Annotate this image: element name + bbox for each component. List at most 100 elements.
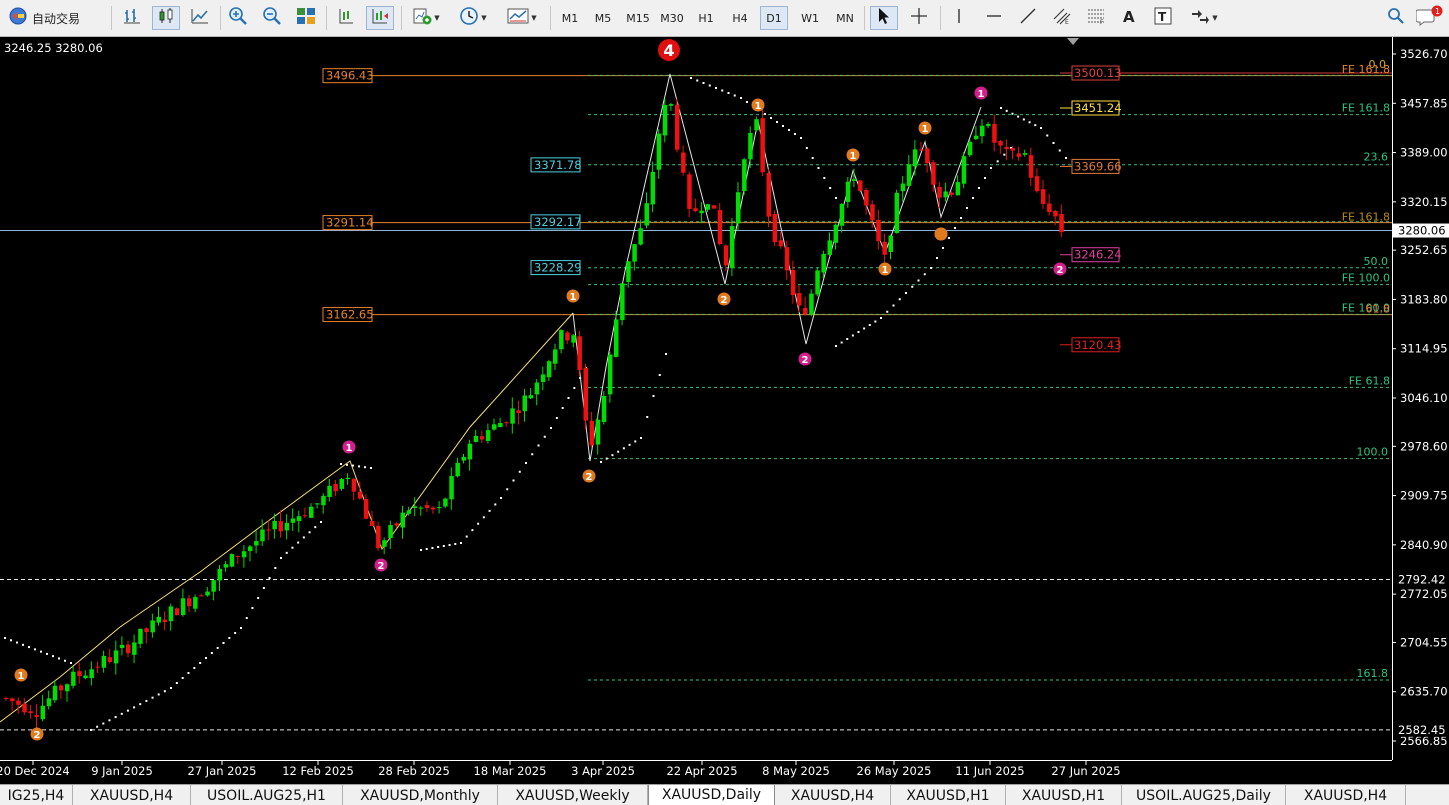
chart-tab-active[interactable]: XAUUSD,Daily <box>648 785 775 805</box>
search-button[interactable] <box>1383 6 1409 30</box>
bull-candle <box>473 435 479 442</box>
wave-label-circle <box>934 227 948 241</box>
timeframe-h1-button[interactable]: H1 <box>692 6 720 30</box>
date-axis-label: 9 Jan 2025 <box>91 764 153 778</box>
wave-label: 1 <box>922 124 929 135</box>
bear-candle <box>931 162 936 185</box>
bull-candle <box>260 529 265 542</box>
zoom-out-button[interactable] <box>259 6 285 30</box>
sar-dot <box>34 648 36 651</box>
indicators-button[interactable]: ▼ <box>407 6 445 30</box>
timeframe-h4-button[interactable]: H4 <box>726 6 754 30</box>
autotrade-label: 自动交易 <box>32 11 81 26</box>
chart-tab[interactable]: USOIL.AUG25,Daily <box>1122 785 1286 805</box>
trendline-button[interactable] <box>1014 6 1042 30</box>
templates-button[interactable]: ▼ <box>501 6 543 30</box>
bear-candle <box>16 700 21 705</box>
autotrade-button[interactable]: 自动交易 <box>6 6 102 30</box>
bull-candle <box>528 395 534 399</box>
bull-candle <box>315 503 320 505</box>
timeframe-m30-button[interactable]: M30 <box>656 6 688 30</box>
svg-text:1: 1 <box>1435 7 1440 16</box>
sar-dot <box>811 157 814 159</box>
bull-candle <box>845 181 851 203</box>
sar-dot <box>70 662 72 664</box>
bar-chart-button[interactable] <box>119 6 145 30</box>
chart-tab[interactable]: XAUUSD,H1 <box>891 785 1006 805</box>
chart-shift-button[interactable] <box>333 6 359 30</box>
timeframe-mn-button[interactable]: MN <box>830 6 860 30</box>
bull-candle <box>248 546 253 552</box>
sar-dot <box>721 89 724 92</box>
timeframe-m5-button[interactable]: M5 <box>589 6 617 30</box>
timeframe-w1-button[interactable]: W1 <box>796 6 824 30</box>
timeframe-m1-button[interactable]: M1 <box>556 6 584 30</box>
periodicity-button[interactable]: ▼ <box>452 6 494 30</box>
sar-dot <box>240 627 242 629</box>
toolbar-separator <box>550 6 551 30</box>
zoom-in-button[interactable] <box>225 6 251 30</box>
sar-dot <box>58 657 60 660</box>
notifications-button[interactable]: 1 <box>1415 5 1445 30</box>
bull-candle <box>986 123 991 127</box>
bear-candle <box>760 118 765 173</box>
candlestick-chart-button[interactable] <box>152 6 180 30</box>
timeframe-label: MN <box>836 11 854 25</box>
price-chart[interactable]: 1212121212121214 FE 161.823.6FE 100.050.… <box>0 37 1449 784</box>
timeframe-d1-button[interactable]: D1 <box>760 6 788 30</box>
svg-text:E: E <box>1065 19 1069 25</box>
chart-tab[interactable]: USOIL.AUG25,H1 <box>191 785 343 805</box>
toolbar-separator <box>220 6 221 30</box>
bull-candle <box>101 655 107 668</box>
chart-tab[interactable]: XAUUSD,H1 <box>1006 785 1122 805</box>
line-chart-button[interactable] <box>187 6 213 30</box>
equidistant-channel-button[interactable]: E <box>1048 6 1076 30</box>
bear-candle <box>516 410 521 414</box>
price-axis-label: 2635.70 <box>1400 685 1448 699</box>
sar-dot <box>358 465 360 468</box>
price-axis-label: 2909.75 <box>1400 489 1448 503</box>
bull-candle <box>113 650 119 664</box>
timeframe-m15-button[interactable]: M15 <box>622 6 654 30</box>
sar-dot <box>851 334 854 337</box>
bull-candle <box>644 203 649 226</box>
bull-candle <box>607 354 613 395</box>
chart-tab[interactable]: XAUUSD,H4 <box>775 785 891 805</box>
autoscroll-button[interactable] <box>366 6 394 30</box>
fibonacci-retracement-button[interactable]: F <box>1082 6 1110 30</box>
bull-candle <box>254 541 259 546</box>
sar-dot <box>199 662 202 664</box>
bull-candle <box>662 104 668 136</box>
wave-label: 2 <box>34 730 41 741</box>
bear-candle <box>1004 146 1009 150</box>
crosshair-tool-button[interactable] <box>905 6 933 30</box>
bear-candle <box>126 644 131 654</box>
sar-dot <box>1017 115 1020 118</box>
sar-dot <box>40 650 42 653</box>
chart-tab[interactable]: XAUUSD,Monthly <box>343 785 498 805</box>
bear-candle <box>58 685 64 691</box>
sar-dot <box>64 659 66 662</box>
text-label-button[interactable]: T <box>1149 6 1177 30</box>
vertical-line-button[interactable] <box>946 6 972 30</box>
tile-windows-button[interactable] <box>293 6 319 30</box>
horizontal-line-button[interactable] <box>980 6 1008 30</box>
bull-candle <box>388 525 393 539</box>
bull-candle <box>900 183 906 192</box>
sar-dot <box>308 531 311 534</box>
bear-candle <box>681 152 686 173</box>
wave-label: 2 <box>378 561 385 572</box>
sar-dot <box>874 320 877 323</box>
left-level-label: 3162.65 <box>326 308 374 322</box>
sar-dot <box>708 84 711 87</box>
chart-tab[interactable]: XAUUSD,Weekly <box>498 785 648 805</box>
cursor-tool-button[interactable] <box>870 6 898 30</box>
bull-candle <box>827 240 832 255</box>
chart-tab[interactable]: IG25,H4 <box>0 785 73 805</box>
sar-dot <box>525 462 527 464</box>
arrows-dropdown-button[interactable]: ▼ <box>1184 6 1224 30</box>
sar-dot <box>222 642 225 644</box>
chart-tab[interactable]: XAUUSD,H4 <box>73 785 191 805</box>
chart-tab[interactable]: XAUUSD,H4 <box>1286 785 1406 805</box>
text-tool-button[interactable]: A <box>1116 6 1142 30</box>
